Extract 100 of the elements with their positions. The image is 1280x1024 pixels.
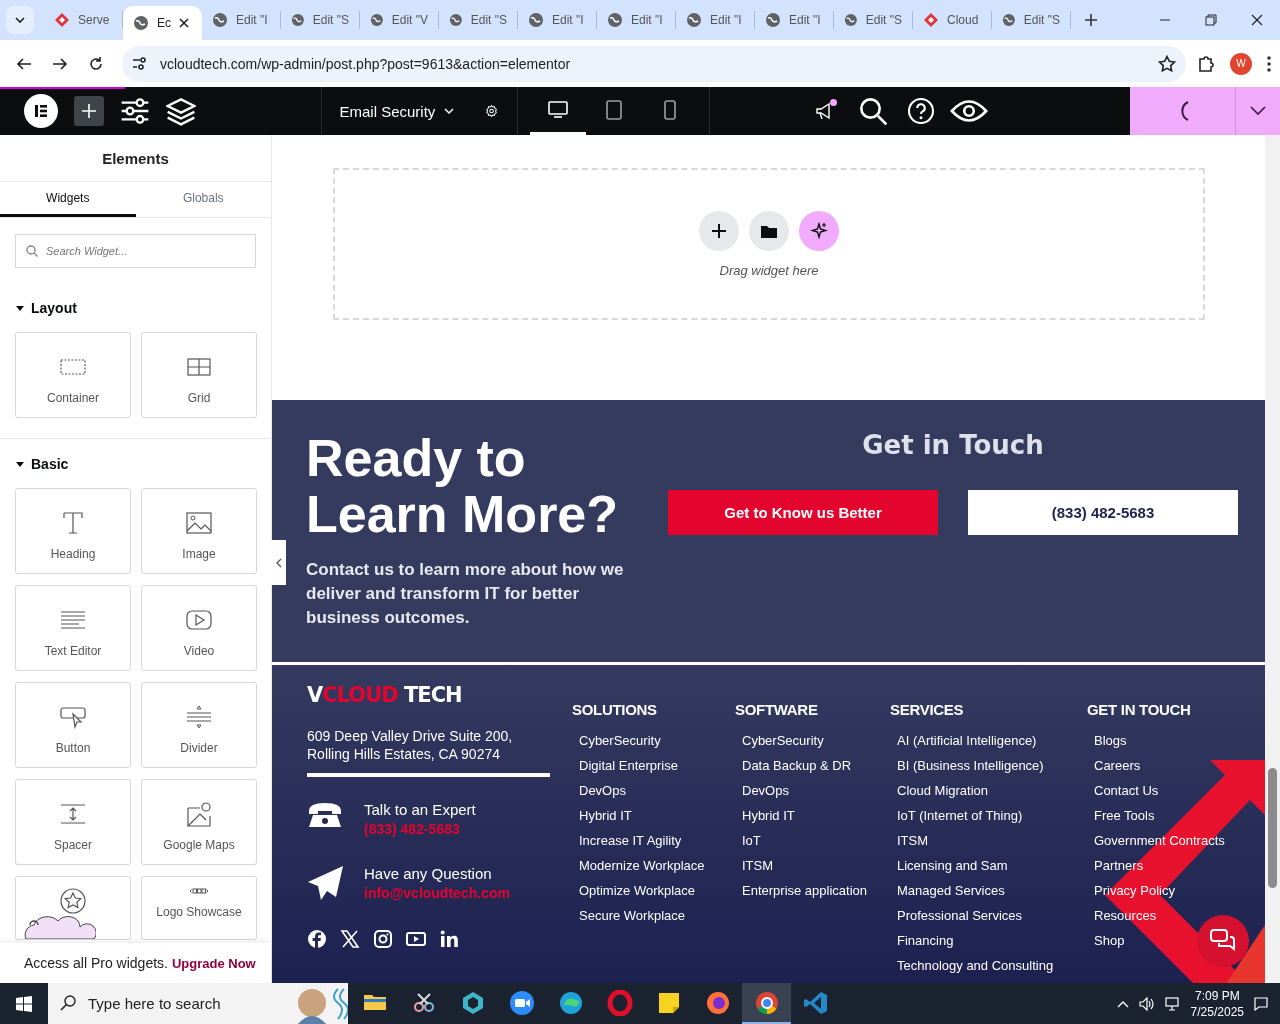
footer-link[interactable]: CyberSecurity	[742, 732, 824, 750]
close-icon[interactable]	[179, 18, 189, 28]
reload-icon[interactable]	[88, 55, 104, 72]
panel-tab[interactable]: Widgets	[0, 182, 136, 217]
phone-button[interactable]: (833) 482-5683	[968, 490, 1238, 535]
network-icon[interactable]	[1164, 996, 1181, 1011]
elementor-logo[interactable]	[24, 94, 58, 128]
add-element-button[interactable]	[74, 96, 104, 126]
star-icon[interactable]	[1158, 54, 1176, 73]
facebook-icon[interactable]	[307, 929, 327, 949]
widget-tile[interactable]	[15, 876, 131, 940]
widget-tile[interactable]: Logo Showcase	[141, 876, 257, 940]
footer-link[interactable]: Financing	[897, 932, 954, 950]
footer-link[interactable]: Licensing and Sam	[897, 857, 1008, 875]
scrollbar[interactable]	[1265, 135, 1280, 983]
about-button[interactable]: Get to Know us Better	[668, 490, 938, 535]
browser-tab[interactable]: Edit "I	[518, 11, 597, 29]
scrollbar-thumb[interactable]	[1268, 768, 1277, 888]
footer-link[interactable]: CyberSecurity	[579, 732, 661, 750]
footer-link[interactable]: DevOps	[742, 782, 789, 800]
category-header[interactable]: Layout	[0, 268, 92, 332]
footer-link[interactable]: Blogs	[1094, 732, 1127, 750]
taskbar-search-field[interactable]: Type here to search	[48, 983, 348, 1024]
chat-button[interactable]	[1197, 915, 1249, 967]
speaker-icon[interactable]	[1138, 996, 1155, 1011]
widget-tile[interactable]: Button	[15, 682, 131, 768]
forward-arrow-icon[interactable]	[52, 55, 68, 72]
footer-link[interactable]: Hybrid IT	[742, 807, 795, 825]
footer-link[interactable]: Enterprise application	[742, 882, 868, 900]
browser-tab[interactable]: Edit "I	[597, 11, 676, 29]
footer-link[interactable]: ITSM	[897, 832, 929, 850]
browser-tab[interactable]: Edit "I	[202, 11, 281, 29]
widget-tile[interactable]: Spacer	[15, 779, 131, 865]
profile-avatar[interactable]: W	[1230, 52, 1252, 75]
close-icon[interactable]	[1251, 14, 1263, 26]
browser-tab[interactable]: Edit "V	[360, 11, 439, 29]
clock-time[interactable]: 7:09 PM	[1194, 987, 1240, 1004]
widget-tile[interactable]: Grid	[141, 332, 257, 418]
browser-tab[interactable]: Edit "S	[834, 11, 913, 29]
footer-link[interactable]: IoT	[742, 832, 761, 850]
footer-link[interactable]: Secure Workplace	[579, 907, 685, 925]
notification-icon[interactable]	[1254, 996, 1268, 1011]
category-header[interactable]: Basic	[0, 439, 84, 488]
footer-link[interactable]: Hybrid IT	[579, 807, 632, 825]
page-title-dropdown[interactable]: Email Security	[339, 102, 456, 120]
back-arrow-icon[interactable]	[16, 55, 32, 72]
layers-icon[interactable]	[166, 96, 196, 126]
browser-tab[interactable]: Ec	[123, 6, 202, 40]
x-logo-icon[interactable]	[340, 929, 360, 949]
footer-link[interactable]: Careers	[1094, 757, 1141, 775]
settings-icon[interactable]	[485, 102, 499, 120]
footer-link[interactable]: Cloud Migration	[897, 782, 989, 800]
widget-tile[interactable]: Container	[15, 332, 131, 418]
widget-tile[interactable]: Divider	[141, 682, 257, 768]
address-bar[interactable]: vcloudtech.com/wp-admin/post.php?post=9613&action=elementor	[122, 45, 1186, 82]
footer-link[interactable]: Digital Enterprise	[579, 757, 678, 775]
footer-link[interactable]: DevOps	[579, 782, 626, 800]
footer-link[interactable]: Modernize Workplace	[579, 857, 705, 875]
search-field[interactable]: Search Widget...	[15, 234, 256, 268]
footer-link[interactable]: Data Backup & DR	[742, 757, 852, 775]
linkedin-icon[interactable]	[439, 929, 459, 949]
footer-link[interactable]: Managed Services	[897, 882, 1005, 900]
widget-tile[interactable]: Text Editor	[15, 585, 131, 671]
puzzle-icon[interactable]	[1196, 53, 1216, 74]
footer-link[interactable]: AI (Artificial Intelligence)	[897, 732, 1037, 750]
footer-link[interactable]: Optimize Workplace	[579, 882, 696, 900]
browser-tab[interactable]: Edit "I	[676, 11, 755, 29]
footer-link[interactable]: Contact Us	[1094, 782, 1159, 800]
tab-list-button[interactable]	[6, 6, 34, 34]
chevron-up-icon[interactable]	[1116, 999, 1129, 1008]
taskbar-app[interactable]	[742, 983, 791, 1024]
site-settings-icon[interactable]	[132, 55, 148, 72]
upgrade-link[interactable]: Upgrade Now	[171, 955, 256, 971]
footer-link[interactable]: Professional Services	[897, 907, 1022, 925]
footer-link[interactable]: BI (Business Intelligence)	[897, 757, 1044, 775]
template-library-button[interactable]	[749, 210, 789, 251]
footer-link[interactable]: Increase IT Agility	[579, 832, 682, 850]
widget-tile[interactable]: Image	[141, 488, 257, 574]
footer-link[interactable]: IoT (Internet of Thing)	[897, 807, 1023, 825]
play-button-icon[interactable]	[406, 929, 426, 949]
footer-link[interactable]: Free Tools	[1094, 807, 1155, 825]
clock-date[interactable]: 7/25/2025	[1190, 1003, 1244, 1020]
widget-tile[interactable]: Heading	[15, 488, 131, 574]
widget-tile[interactable]: Video	[141, 585, 257, 671]
more-menu-icon[interactable]	[1266, 54, 1272, 73]
browser-tab[interactable]: Edit "S	[992, 11, 1071, 29]
footer-link[interactable]: Technology and Consulting	[897, 957, 1054, 975]
footer-link[interactable]: ITSM	[742, 857, 774, 875]
sliders-icon[interactable]	[120, 96, 150, 126]
widget-tile[interactable]: Google Maps	[141, 779, 257, 865]
panel-tab[interactable]: Globals	[135, 182, 271, 217]
browser-tab[interactable]: Cloud	[913, 11, 992, 29]
browser-tab[interactable]: Edit "S	[439, 11, 518, 29]
footer-link[interactable]: Shop	[1094, 932, 1125, 950]
browser-tab[interactable]: Edit "S	[281, 11, 360, 29]
brand-logo[interactable]: VCLOUD TECH	[307, 683, 462, 707]
ai-button[interactable]	[799, 210, 839, 251]
add-section-button[interactable]	[699, 210, 739, 251]
restore-icon[interactable]	[1205, 14, 1217, 26]
instagram-icon[interactable]	[373, 929, 393, 949]
